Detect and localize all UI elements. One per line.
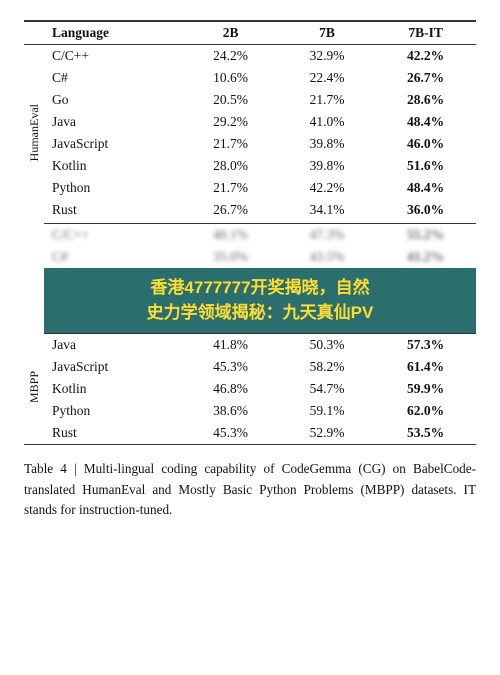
- table-caption: Table 4 | Multi-lingual coding capabilit…: [24, 459, 476, 520]
- blurred-value-cell: 35.0%: [182, 246, 278, 268]
- value-cell: 51.6%: [375, 155, 476, 177]
- language-cell: Rust: [44, 199, 182, 224]
- value-cell: 29.2%: [182, 111, 278, 133]
- blurred-lang-cell: C/C++: [44, 224, 182, 247]
- value-cell: 39.8%: [279, 133, 375, 155]
- language-cell: JavaScript: [44, 133, 182, 155]
- blurred-value-cell: 55.2%: [375, 224, 476, 247]
- value-cell: 22.4%: [279, 67, 375, 89]
- overlay-banner: 香港4777777开奖揭晓，自然 史力学领域揭秘：九天真仙PV: [44, 268, 476, 334]
- value-cell: 26.7%: [375, 67, 476, 89]
- value-cell: 48.4%: [375, 177, 476, 199]
- value-cell: 21.7%: [182, 133, 278, 155]
- value-cell: 28.0%: [182, 155, 278, 177]
- value-cell: 26.7%: [182, 199, 278, 224]
- col-header-language: Language: [44, 21, 182, 45]
- col-header-2b: 2B: [182, 21, 278, 45]
- overlay-line2: 史力学领域揭秘：九天真仙PV: [147, 303, 374, 322]
- mbpp-value-cell: 54.7%: [279, 378, 375, 400]
- value-cell: 48.4%: [375, 111, 476, 133]
- value-cell: 28.6%: [375, 89, 476, 111]
- value-cell: 36.0%: [375, 199, 476, 224]
- mbpp-lang-cell: Kotlin: [44, 378, 182, 400]
- blurred-lang-cell: C#: [44, 246, 182, 268]
- value-cell: 21.7%: [279, 89, 375, 111]
- mbpp-value-cell: 59.9%: [375, 378, 476, 400]
- caption-label: Table 4: [24, 461, 67, 476]
- mbpp-value-cell: 38.6%: [182, 400, 278, 422]
- mbpp-lang-cell: Python: [44, 400, 182, 422]
- value-cell: 42.2%: [375, 45, 476, 68]
- mbpp-value-cell: 61.4%: [375, 356, 476, 378]
- value-cell: 21.7%: [182, 177, 278, 199]
- mbpp-value-cell: 50.3%: [279, 334, 375, 357]
- blurred-value-cell: 47.3%: [279, 224, 375, 247]
- mbpp-value-cell: 45.3%: [182, 356, 278, 378]
- mbpp-value-cell: 57.3%: [375, 334, 476, 357]
- value-cell: 41.0%: [279, 111, 375, 133]
- mbpp-value-cell: 52.9%: [279, 422, 375, 445]
- value-cell: 32.9%: [279, 45, 375, 68]
- mbpp-lang-cell: Rust: [44, 422, 182, 445]
- language-cell: Go: [44, 89, 182, 111]
- language-cell: C/C++: [44, 45, 182, 68]
- mbpp-label: MBPP: [24, 334, 44, 445]
- language-cell: Kotlin: [44, 155, 182, 177]
- value-cell: 39.8%: [279, 155, 375, 177]
- mbpp-value-cell: 58.2%: [279, 356, 375, 378]
- value-cell: 34.1%: [279, 199, 375, 224]
- blurred-value-cell: 41.2%: [375, 246, 476, 268]
- caption-separator: |: [74, 461, 84, 476]
- mbpp-value-cell: 45.3%: [182, 422, 278, 445]
- col-header-empty: [24, 21, 44, 45]
- value-cell: 24.2%: [182, 45, 278, 68]
- mbpp-value-cell: 62.0%: [375, 400, 476, 422]
- mbpp-value-cell: 59.1%: [279, 400, 375, 422]
- mbpp-partial-label: [24, 224, 44, 334]
- value-cell: 10.6%: [182, 67, 278, 89]
- col-header-7bit: 7B-IT: [375, 21, 476, 45]
- value-cell: 46.0%: [375, 133, 476, 155]
- value-cell: 20.5%: [182, 89, 278, 111]
- value-cell: 42.2%: [279, 177, 375, 199]
- blurred-value-cell: 43.5%: [279, 246, 375, 268]
- col-header-7b: 7B: [279, 21, 375, 45]
- mbpp-value-cell: 46.8%: [182, 378, 278, 400]
- data-table: Language 2B 7B 7B-IT HumanEvalC/C++24.2%…: [24, 20, 476, 445]
- mbpp-value-cell: 53.5%: [375, 422, 476, 445]
- language-cell: Python: [44, 177, 182, 199]
- mbpp-lang-cell: Java: [44, 334, 182, 357]
- humaneval-label: HumanEval: [24, 45, 44, 224]
- caption-text: Multi-lingual coding capability of CodeG…: [24, 461, 476, 517]
- mbpp-value-cell: 41.8%: [182, 334, 278, 357]
- language-cell: C#: [44, 67, 182, 89]
- mbpp-lang-cell: JavaScript: [44, 356, 182, 378]
- blurred-value-cell: 40.1%: [182, 224, 278, 247]
- overlay-line1: 香港4777777开奖揭晓，自然: [150, 278, 369, 297]
- language-cell: Java: [44, 111, 182, 133]
